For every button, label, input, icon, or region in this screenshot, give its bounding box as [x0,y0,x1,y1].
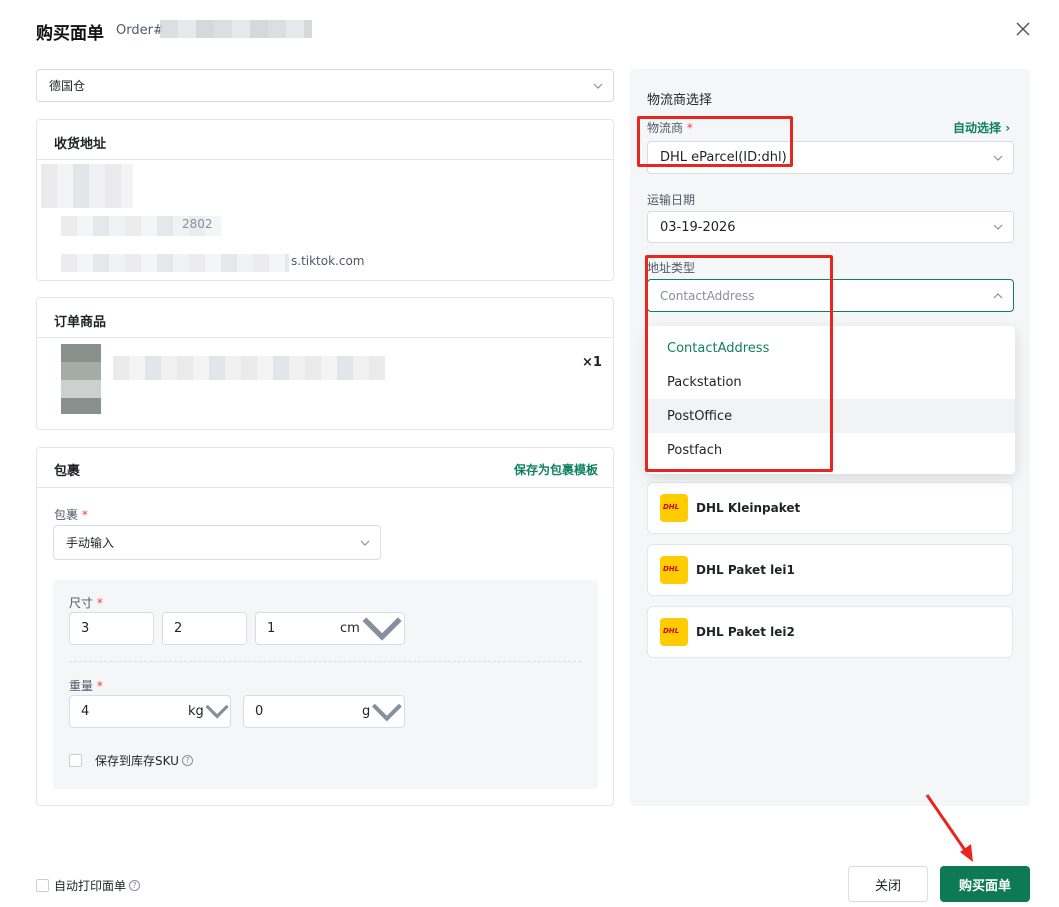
weight-g-input[interactable]: 0 [243,695,355,728]
warehouse-select[interactable]: 德国仓 [36,69,614,102]
ship-date-value: 03-19-2026 [660,219,736,235]
package-mode-select[interactable]: 手动输入 [53,525,381,560]
service-name: DHL Kleinpaket [696,501,801,515]
chevron-down-icon [362,617,402,642]
service-name: DHL Paket lei2 [696,625,795,639]
package-title: 包裹 [54,464,81,479]
service-card-dhl-paket-lei1[interactable]: DHL DHL Paket lei1 [647,544,1013,596]
warehouse-value: 德国仓 [49,79,86,93]
email-partial: s.tiktok.com [291,254,365,268]
shipping-address-title: 收货地址 [54,137,107,152]
save-sku-option[interactable]: 保存到库存SKU ? [69,752,193,769]
order-items-card: 订单商品 ×1 [36,297,614,430]
size-unit-select[interactable]: cm [332,612,405,645]
buy-label-button[interactable]: 购买面单 [940,866,1030,902]
width-input[interactable]: 2 [162,612,247,645]
ship-date-label: 运输日期 [647,193,696,207]
chevron-down-icon [993,155,1003,161]
chevron-down-icon [372,703,403,722]
save-sku-label: 保存到库存SKU [95,754,179,768]
dhl-logo-icon: DHL [660,494,688,522]
service-name: DHL Paket lei1 [696,563,795,577]
chevron-down-icon [993,224,1003,230]
weight-g-unit-select[interactable]: g [354,695,405,728]
service-card-dhl-paket-lei2[interactable]: DHL DHL Paket lei2 [647,606,1013,658]
weight-kg-unit-select[interactable]: kg [180,695,231,728]
dhl-logo-icon: DHL [660,618,688,646]
weight-label: 重量 * [69,679,103,693]
product-name-redacted [113,356,385,380]
package-card: 包裹 保存为包裹模板 包裹 * 手动输入 尺寸 * 3 2 1 cm 重量 * … [36,447,614,806]
chevron-down-icon [205,705,229,719]
chevron-up-icon [993,292,1003,298]
save-sku-checkbox[interactable] [69,754,82,767]
chevron-right-icon: › [1005,121,1011,135]
weight-kg-unit-value: kg [188,704,204,719]
auto-select-link[interactable]: 自动选择 › [953,119,1010,136]
close-button[interactable]: 关闭 [848,866,928,902]
close-icon[interactable] [1013,19,1033,39]
package-mode-value: 手动输入 [66,536,115,550]
save-package-template-link[interactable]: 保存为包裹模板 [514,461,598,478]
phone-partial: 2802 [182,217,213,231]
order-number-redacted [160,20,312,38]
logistics-title: 物流商选择 [647,93,713,108]
product-image-redacted [61,344,101,414]
auto-print-checkbox[interactable] [36,879,49,892]
weight-kg-input[interactable]: 4 [69,695,181,728]
help-icon[interactable]: ? [181,755,193,766]
chevron-down-icon [593,83,603,89]
weight-g-unit-value: g [362,704,371,719]
address-redacted [41,164,133,208]
dimensions-panel: 尺寸 * 3 2 1 cm 重量 * 4 kg 0 g 保存到库存SKU ? [53,580,598,789]
size-label: 尺寸 * [69,596,103,610]
address-type-highlight-box [645,255,833,472]
dialog-title: 购买面单 [36,24,104,44]
chevron-down-icon [360,540,370,546]
help-icon[interactable]: ? [129,880,141,891]
height-input[interactable]: 1 [255,612,333,645]
auto-print-label: 自动打印面单 [54,879,127,893]
dhl-logo-icon: DHL [660,556,688,584]
shipping-address-card: 收货地址 2802 s.tiktok.com [36,119,614,281]
service-card-dhl-kleinpaket[interactable]: DHL DHL Kleinpaket [647,482,1013,534]
size-unit-value: cm [340,621,360,636]
carrier-highlight-box [637,116,793,167]
arrow-annotation-icon [925,794,973,862]
order-items-title: 订单商品 [54,315,107,330]
order-number-label: Order# [116,23,164,38]
ship-date-select[interactable]: 03-19-2026 [647,211,1014,243]
auto-print-option[interactable]: 自动打印面单 ? [36,877,141,894]
length-input[interactable]: 3 [69,612,154,645]
package-field-label: 包裹 * [54,508,88,522]
email-redacted [61,254,289,272]
item-quantity: ×1 [582,355,602,370]
